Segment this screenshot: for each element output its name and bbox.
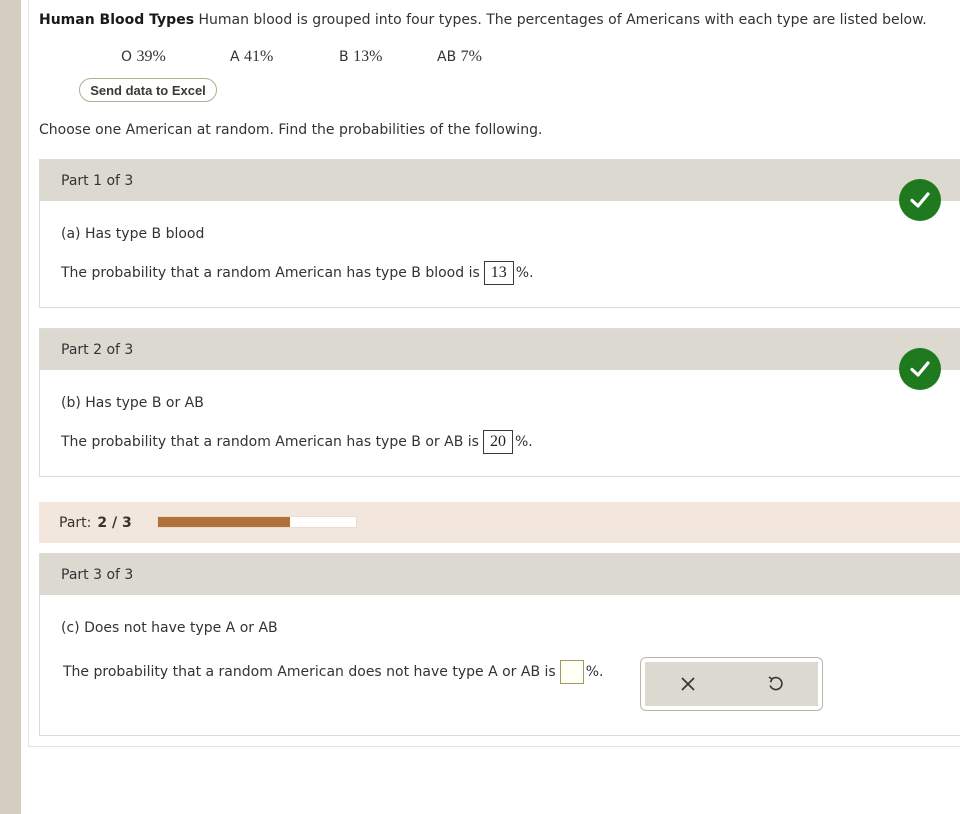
part-3-answer-field[interactable]: [559, 660, 584, 684]
progress-strip: Part: 2 / 3: [39, 502, 960, 543]
progress-label: Part:: [59, 514, 92, 531]
progress-bar-fill: [158, 517, 291, 527]
blood-type-ab: AB 7%: [437, 48, 482, 65]
part-3-question: (c) Does not have type A or AB: [61, 620, 278, 636]
progress-count: 2 / 3: [97, 514, 132, 531]
part-3-header: Part 3 of 3: [40, 554, 960, 595]
part-3-answer-line: The probability that a random American d…: [63, 660, 603, 684]
progress-bar: [157, 516, 357, 528]
instruction-text: Choose one American at random. Find the …: [39, 122, 543, 138]
part-1-answer-line: The probability that a random American h…: [61, 261, 534, 285]
correct-check-icon: [899, 348, 941, 390]
part-2-question: (b) Has type B or AB: [61, 395, 204, 411]
send-to-excel-button[interactable]: Send data to Excel: [79, 78, 217, 102]
blood-type-a: A 41%: [230, 48, 274, 65]
part-1-answer-field[interactable]: 13: [483, 261, 514, 285]
blood-type-o: O 39%: [121, 48, 166, 65]
left-rail: [0, 0, 21, 814]
correct-check-icon: [899, 179, 941, 221]
problem-description: Human blood is grouped into four types. …: [198, 12, 927, 28]
problem-intro: Human Blood Types Human blood is grouped…: [39, 11, 927, 29]
part-2-panel: Part 2 of 3 (b) Has type B or AB The pro…: [39, 328, 960, 477]
problem-title: Human Blood Types: [39, 12, 195, 28]
part-3-panel: Part 3 of 3 (c) Does not have type A or …: [39, 553, 960, 736]
part-1-question: (a) Has type B blood: [61, 226, 205, 242]
part-1-header: Part 1 of 3: [40, 160, 960, 201]
part-2-header: Part 2 of 3: [40, 329, 960, 370]
blood-type-b: B 13%: [339, 48, 383, 65]
part-1-panel: Part 1 of 3 (a) Has type B blood The pro…: [39, 159, 960, 308]
part-2-answer-line: The probability that a random American h…: [61, 430, 533, 454]
undo-icon[interactable]: [755, 664, 795, 704]
part-2-answer-field[interactable]: 20: [482, 430, 513, 454]
x-icon[interactable]: [668, 664, 708, 704]
answer-tools-panel: [640, 657, 823, 711]
